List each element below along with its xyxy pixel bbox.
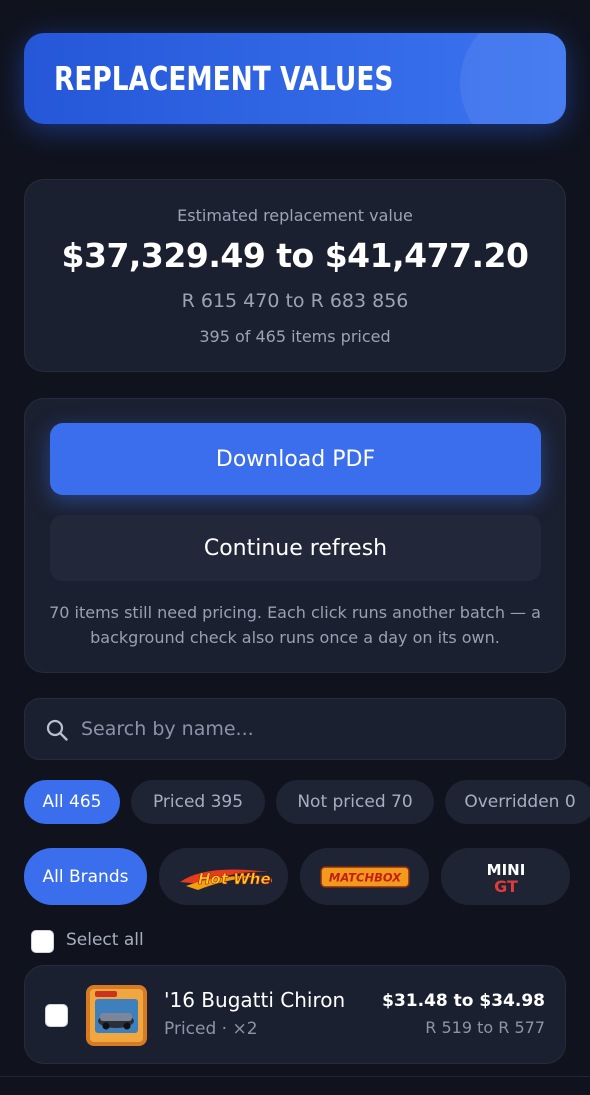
filter-all[interactable]: All 465 (24, 780, 120, 824)
item-checkbox[interactable] (45, 1004, 68, 1027)
estimate-label: Estimated replacement value (177, 206, 413, 225)
filter-not-priced[interactable]: Not priced 70 (276, 780, 434, 824)
brand-filter-all[interactable]: All Brands (24, 848, 147, 905)
continue-refresh-button[interactable]: Continue refresh (50, 515, 541, 581)
search-icon (46, 719, 68, 741)
svg-text:GT: GT (494, 877, 518, 896)
search-bar[interactable] (24, 698, 566, 760)
matchbox-logo: MATCHBOX (319, 865, 410, 888)
page-title: REPLACEMENT VALUES (54, 59, 394, 98)
select-all-label: Select all (66, 930, 144, 950)
filter-priced[interactable]: Priced 395 (131, 780, 265, 824)
priced-count: 395 of 465 items priced (199, 327, 391, 346)
hot-wheels-logo: Hot Wheels (179, 869, 272, 890)
banner-decoration (460, 33, 566, 124)
item-thumbnail (86, 985, 147, 1046)
item-name: '16 Bugatti Chiron (164, 988, 346, 1012)
estimate-range-usd: $37,329.49 to $41,477.20 (61, 236, 529, 275)
brand-filter-matchbox[interactable]: MATCHBOX (300, 848, 429, 905)
filter-overridden[interactable]: Overridden 0 (445, 780, 590, 824)
svg-text:MATCHBOX: MATCHBOX (328, 870, 401, 884)
item-status: Priced · ×2 (164, 1019, 258, 1039)
mini-gt-logo: MINI GT (486, 861, 525, 896)
item-price-usd: $31.48 to $34.98 (382, 991, 545, 1011)
search-input[interactable] (81, 709, 541, 749)
replacement-values-page: REPLACEMENT VALUES Estimated replacement… (0, 0, 590, 1095)
brand-filter-mini-gt[interactable]: MINI GT (441, 848, 570, 905)
list-item[interactable]: '16 Bugatti Chiron Priced · ×2 $31.48 to… (24, 965, 566, 1064)
download-pdf-button[interactable]: Download PDF (50, 423, 541, 495)
brand-filter-hot-wheels[interactable]: Hot Wheels (159, 848, 288, 905)
actions-card: Download PDF Continue refresh 70 items s… (24, 398, 566, 673)
bottom-divider (0, 1076, 590, 1077)
svg-text:Hot Wheels: Hot Wheels (198, 870, 272, 888)
select-all-checkbox[interactable] (31, 930, 54, 953)
item-price-zar: R 519 to R 577 (425, 1018, 545, 1037)
estimate-range-zar: R 615 470 to R 683 856 (181, 290, 409, 312)
replacement-value-summary-card: Estimated replacement value $37,329.49 t… (24, 179, 566, 372)
pricing-note: 70 items still need pricing. Each click … (49, 603, 541, 647)
header-banner: REPLACEMENT VALUES (24, 33, 566, 124)
